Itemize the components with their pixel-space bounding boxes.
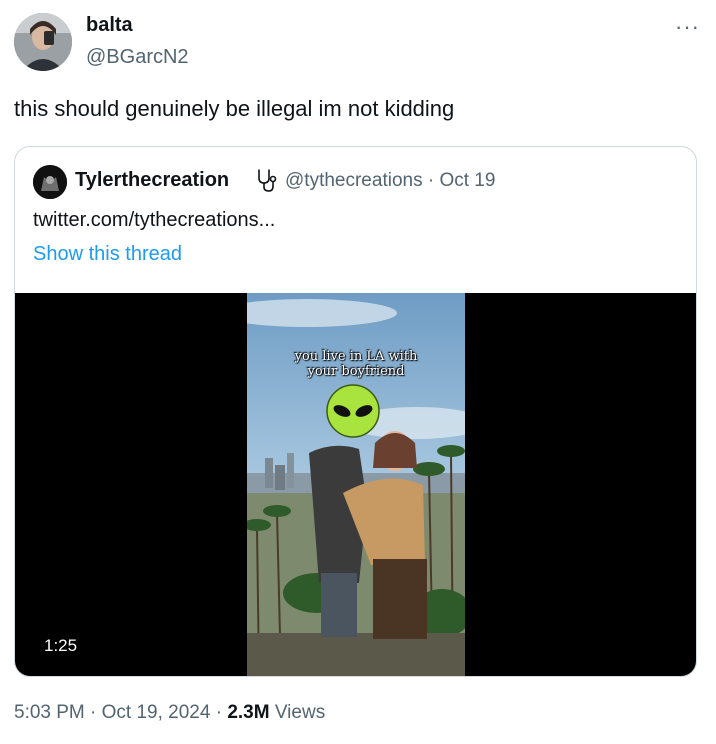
tweet-text: this should genuinely be illegal im not … — [14, 96, 455, 121]
video-caption-line: you live in LA with — [294, 349, 418, 364]
author-name[interactable]: balta — [86, 14, 133, 37]
views-count: 2.3M — [227, 702, 270, 723]
show-thread-link[interactable]: Show this thread — [33, 243, 182, 266]
video-caption: you live in LA with your boyfriend — [247, 349, 465, 379]
avatar[interactable] — [14, 13, 72, 71]
video-player[interactable]: you live in LA with your boyfriend 1:25 — [15, 293, 696, 676]
video-thumbnail: you live in LA with your boyfriend — [247, 293, 465, 676]
author-handle[interactable]: @BGarcN2 — [86, 46, 189, 69]
quoted-tweet[interactable]: Tylerthecreation @tythecreations · Oct 1… — [14, 146, 697, 677]
video-duration-badge: 1:25 — [33, 631, 89, 661]
timestamp[interactable]: 5:03 PM · Oct 19, 2024 · — [14, 702, 227, 723]
quoted-author-name[interactable]: Tylerthecreation — [75, 169, 229, 192]
quoted-handle-date[interactable]: @tythecreations · Oct 19 — [285, 170, 495, 192]
stethoscope-icon — [254, 167, 278, 193]
tweet-meta: 5:03 PM · Oct 19, 2024 · 2.3M Views — [14, 702, 325, 724]
more-options-icon[interactable]: ··· — [675, 14, 700, 40]
video-caption-line: your boyfriend — [307, 364, 405, 379]
quoted-avatar[interactable] — [33, 165, 67, 199]
views-label: Views — [269, 702, 326, 723]
quoted-link[interactable]: twitter.com/tythecreations... — [33, 209, 275, 232]
tweet-header: balta @BGarcN2 ··· — [0, 0, 716, 90]
